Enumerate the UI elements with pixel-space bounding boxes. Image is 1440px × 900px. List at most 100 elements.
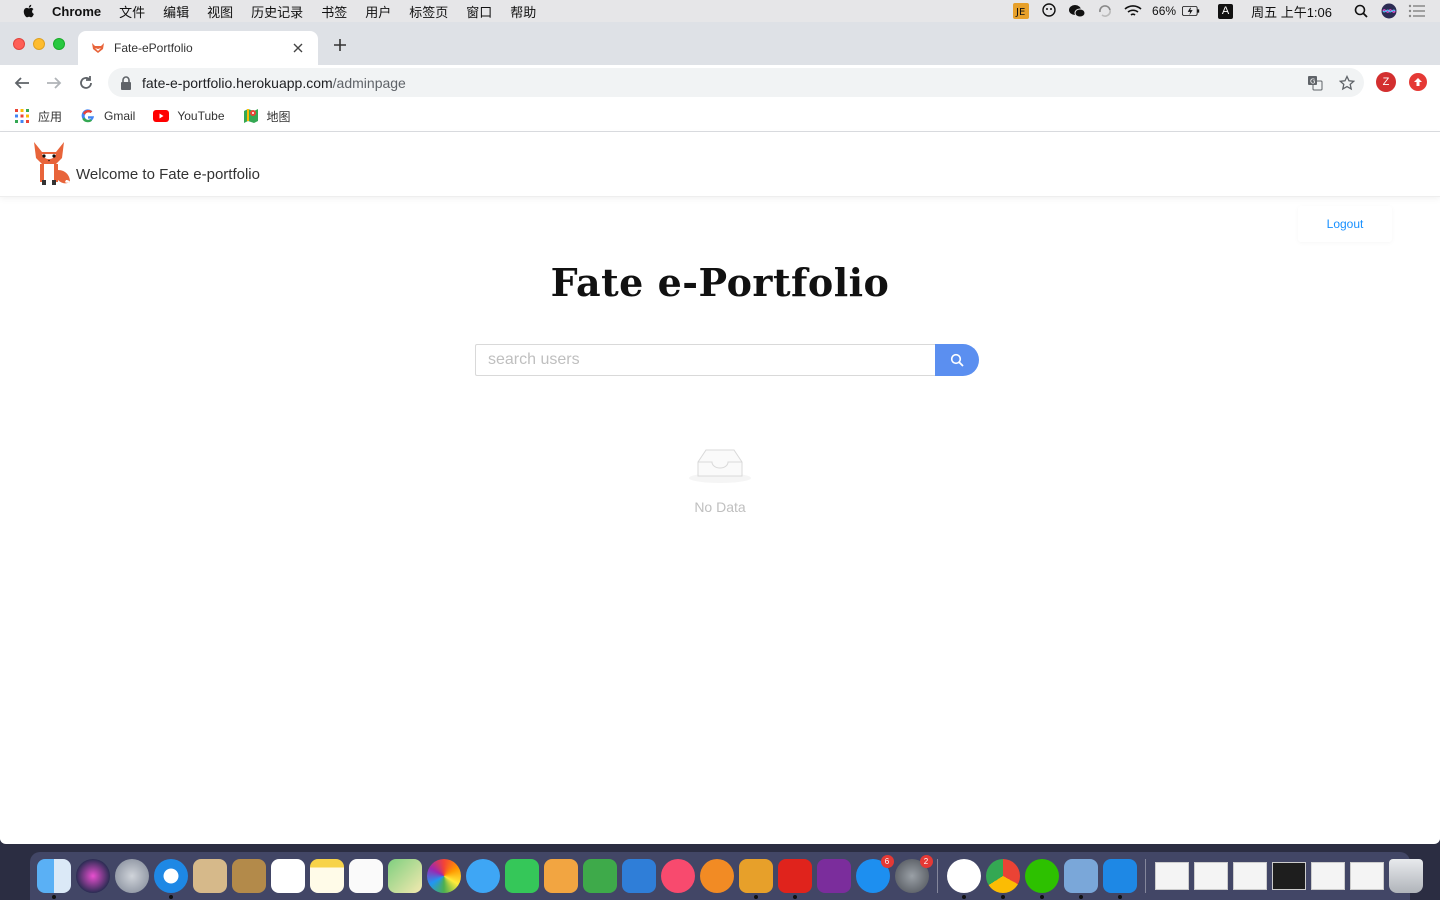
vscode-icon[interactable] [1102, 859, 1137, 899]
minimized-window-thumbnail[interactable] [1193, 862, 1228, 890]
site-header: Welcome to Fate e-portfolio [0, 132, 1440, 197]
window-fullscreen-button[interactable] [53, 38, 65, 50]
siri-icon[interactable] [1380, 3, 1398, 19]
menu-file[interactable]: 文件 [119, 2, 145, 21]
finder-icon[interactable] [36, 859, 71, 899]
calendar-icon[interactable] [270, 859, 305, 893]
photos-icon[interactable] [426, 859, 461, 893]
logout-link[interactable]: Logout [1298, 206, 1392, 242]
menu-edit[interactable]: 编辑 [163, 2, 189, 21]
onenote-icon[interactable] [816, 859, 851, 893]
page-title: Fate e-Portfolio [550, 260, 890, 305]
preview-icon[interactable] [1063, 859, 1098, 899]
notification-center-icon[interactable] [1408, 3, 1426, 19]
profile-avatar[interactable]: Z [1376, 72, 1396, 92]
extension-upload-icon[interactable] [1409, 73, 1427, 91]
empty-state: No Data [660, 442, 780, 515]
menu-view[interactable]: 视图 [207, 2, 233, 21]
window-close-button[interactable] [13, 38, 25, 50]
bookmark-apps[interactable]: 应用 [14, 108, 62, 125]
translate-icon[interactable]: G [1306, 74, 1324, 92]
user-search [475, 344, 979, 376]
dock-separator [937, 859, 938, 893]
tab-fate-eportfolio[interactable]: Fate-ePortfolio [78, 31, 318, 65]
menu-tab[interactable]: 标签页 [409, 2, 448, 21]
reload-icon[interactable] [72, 69, 100, 97]
minimized-window-thumbnail[interactable] [1271, 862, 1306, 890]
wifi-icon[interactable] [1124, 3, 1142, 19]
menu-window[interactable]: 窗口 [466, 2, 492, 21]
empty-inbox-icon [689, 449, 751, 483]
bookmark-label: Gmail [104, 109, 136, 123]
site-welcome-text: Welcome to Fate e-portfolio [76, 166, 260, 183]
lock-icon[interactable] [120, 75, 132, 90]
system-prefs-badge: 2 [919, 855, 933, 868]
launchpad-icon[interactable] [114, 859, 149, 893]
mail-icon[interactable] [192, 859, 227, 893]
search-users-input[interactable] [475, 344, 935, 376]
bookmark-maps[interactable]: 地图 [243, 108, 291, 125]
bookmark-label: YouTube [177, 109, 225, 123]
messages-icon[interactable] [465, 859, 500, 893]
window-minimize-button[interactable] [33, 38, 45, 50]
battery-percent[interactable]: 66% [1152, 4, 1176, 18]
books-icon[interactable] [699, 859, 734, 893]
system-preferences-icon[interactable]: 2 [894, 855, 933, 893]
input-source-indicator[interactable]: A [1218, 3, 1234, 19]
menu-people[interactable]: 用户 [365, 2, 391, 21]
back-arrow-icon[interactable] [8, 69, 36, 97]
minimized-window-thumbnail[interactable] [1349, 862, 1384, 890]
menu-history[interactable]: 历史记录 [251, 2, 303, 21]
minimized-window-thumbnail[interactable] [1232, 862, 1267, 890]
youdao-dict-icon[interactable] [777, 859, 812, 899]
minimized-window-thumbnail[interactable] [1310, 862, 1345, 890]
safari-icon[interactable] [153, 859, 188, 899]
qq-tray-icon[interactable] [1040, 3, 1058, 19]
bookmark-label: 应用 [38, 109, 63, 124]
wechat-app-icon[interactable] [1024, 859, 1059, 899]
music-icon[interactable] [660, 859, 695, 893]
search-button[interactable] [935, 344, 979, 376]
new-tab-icon[interactable] [330, 37, 350, 57]
jetbrains-tray-icon[interactable]: JE [1012, 3, 1030, 19]
tab-close-icon[interactable] [290, 40, 306, 56]
notes-icon[interactable] [309, 859, 344, 893]
mongodb-compass-icon[interactable] [946, 859, 981, 899]
menu-help[interactable]: 帮助 [510, 2, 536, 21]
app-store-icon[interactable]: 6 [855, 855, 894, 893]
menu-bookmarks[interactable]: 书签 [321, 2, 347, 21]
notebook-icon[interactable] [231, 859, 266, 893]
empty-state-text: No Data [694, 499, 746, 515]
maps-icon [243, 108, 259, 124]
trash-icon[interactable] [1388, 859, 1423, 893]
battery-charging-icon[interactable] [1182, 3, 1200, 19]
pages-icon[interactable] [543, 859, 578, 893]
minimized-window-thumbnail[interactable] [1154, 862, 1189, 890]
wechat-tray-icon[interactable] [1068, 3, 1086, 19]
forward-arrow-icon[interactable] [40, 69, 68, 97]
menubar-clock[interactable]: 周五 上午1:06 [1251, 2, 1332, 21]
reminders-icon[interactable] [348, 859, 383, 893]
dock-separator [1145, 859, 1146, 893]
bookmark-gmail[interactable]: Gmail [80, 108, 135, 124]
maps-app-icon[interactable] [387, 859, 422, 893]
numbers-icon[interactable] [582, 859, 617, 893]
google-icon [80, 108, 96, 124]
sync-tray-icon[interactable] [1096, 3, 1114, 19]
bookmark-label: 地图 [266, 109, 291, 124]
siri-app-icon[interactable] [75, 859, 110, 893]
chrome-icon[interactable] [985, 859, 1020, 899]
svg-text:G: G [1310, 77, 1315, 85]
bookmark-youtube[interactable]: YouTube [153, 108, 225, 124]
menubar-app-name[interactable]: Chrome [52, 4, 101, 19]
bookmarks-bar: 应用 Gmail YouTube 地图 [0, 101, 1440, 132]
facetime-icon[interactable] [504, 859, 539, 893]
fox-logo-icon[interactable] [30, 140, 72, 186]
chrome-window: Fate-ePortfolio fate-e-portfolio.herokua… [0, 22, 1440, 844]
jetbrains-app-icon[interactable] [738, 859, 773, 899]
spotlight-search-icon[interactable] [1352, 3, 1370, 19]
address-bar[interactable]: fate-e-portfolio.herokuapp.com/adminpage… [108, 68, 1364, 97]
apple-logo-icon[interactable] [20, 3, 38, 19]
keynote-icon[interactable] [621, 859, 656, 893]
bookmark-star-icon[interactable] [1338, 74, 1356, 92]
